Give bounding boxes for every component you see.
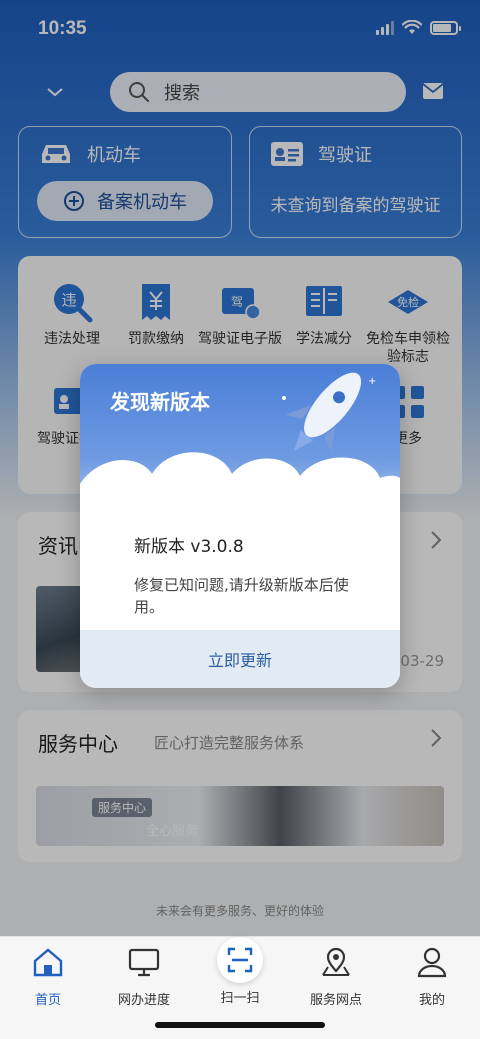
nav-profile[interactable]: 我的 bbox=[384, 945, 480, 1008]
nav-label: 服务网点 bbox=[309, 993, 362, 1008]
nav-label: 网办进度 bbox=[117, 993, 170, 1008]
home-indicator bbox=[155, 1022, 325, 1028]
nav-progress[interactable]: 网办进度 bbox=[96, 945, 192, 1008]
nav-home[interactable]: 首页 bbox=[0, 945, 96, 1008]
dialog-description: 修复已知问题,请升级新版本后使用。 bbox=[134, 576, 349, 616]
dialog-version: 新版本 v3.0.8 bbox=[134, 537, 244, 557]
dialog-footer: 立即更新 bbox=[80, 630, 400, 688]
user-icon bbox=[417, 947, 447, 978]
dialog-header: 发现新版本 + bbox=[80, 364, 400, 554]
home-icon bbox=[33, 948, 63, 977]
scan-button[interactable] bbox=[217, 937, 263, 983]
update-dialog: 发现新版本 + 新版本 v3.0.8 修复已知问题,请升级新版本后使用。 立即更… bbox=[80, 364, 400, 688]
dialog-title: 发现新版本 bbox=[110, 390, 210, 414]
nav-label: 扫一扫 bbox=[220, 991, 260, 1006]
map-pin-icon bbox=[322, 947, 350, 976]
svg-text:+: + bbox=[368, 376, 376, 387]
update-now-button[interactable]: 立即更新 bbox=[208, 647, 272, 671]
nav-service-points[interactable]: 服务网点 bbox=[288, 945, 384, 1008]
scan-icon bbox=[227, 947, 253, 973]
nav-label: 我的 bbox=[418, 993, 445, 1008]
nav-scan[interactable]: 扫一扫 bbox=[192, 937, 288, 1006]
monitor-icon bbox=[128, 948, 160, 977]
nav-label: 首页 bbox=[34, 993, 61, 1008]
